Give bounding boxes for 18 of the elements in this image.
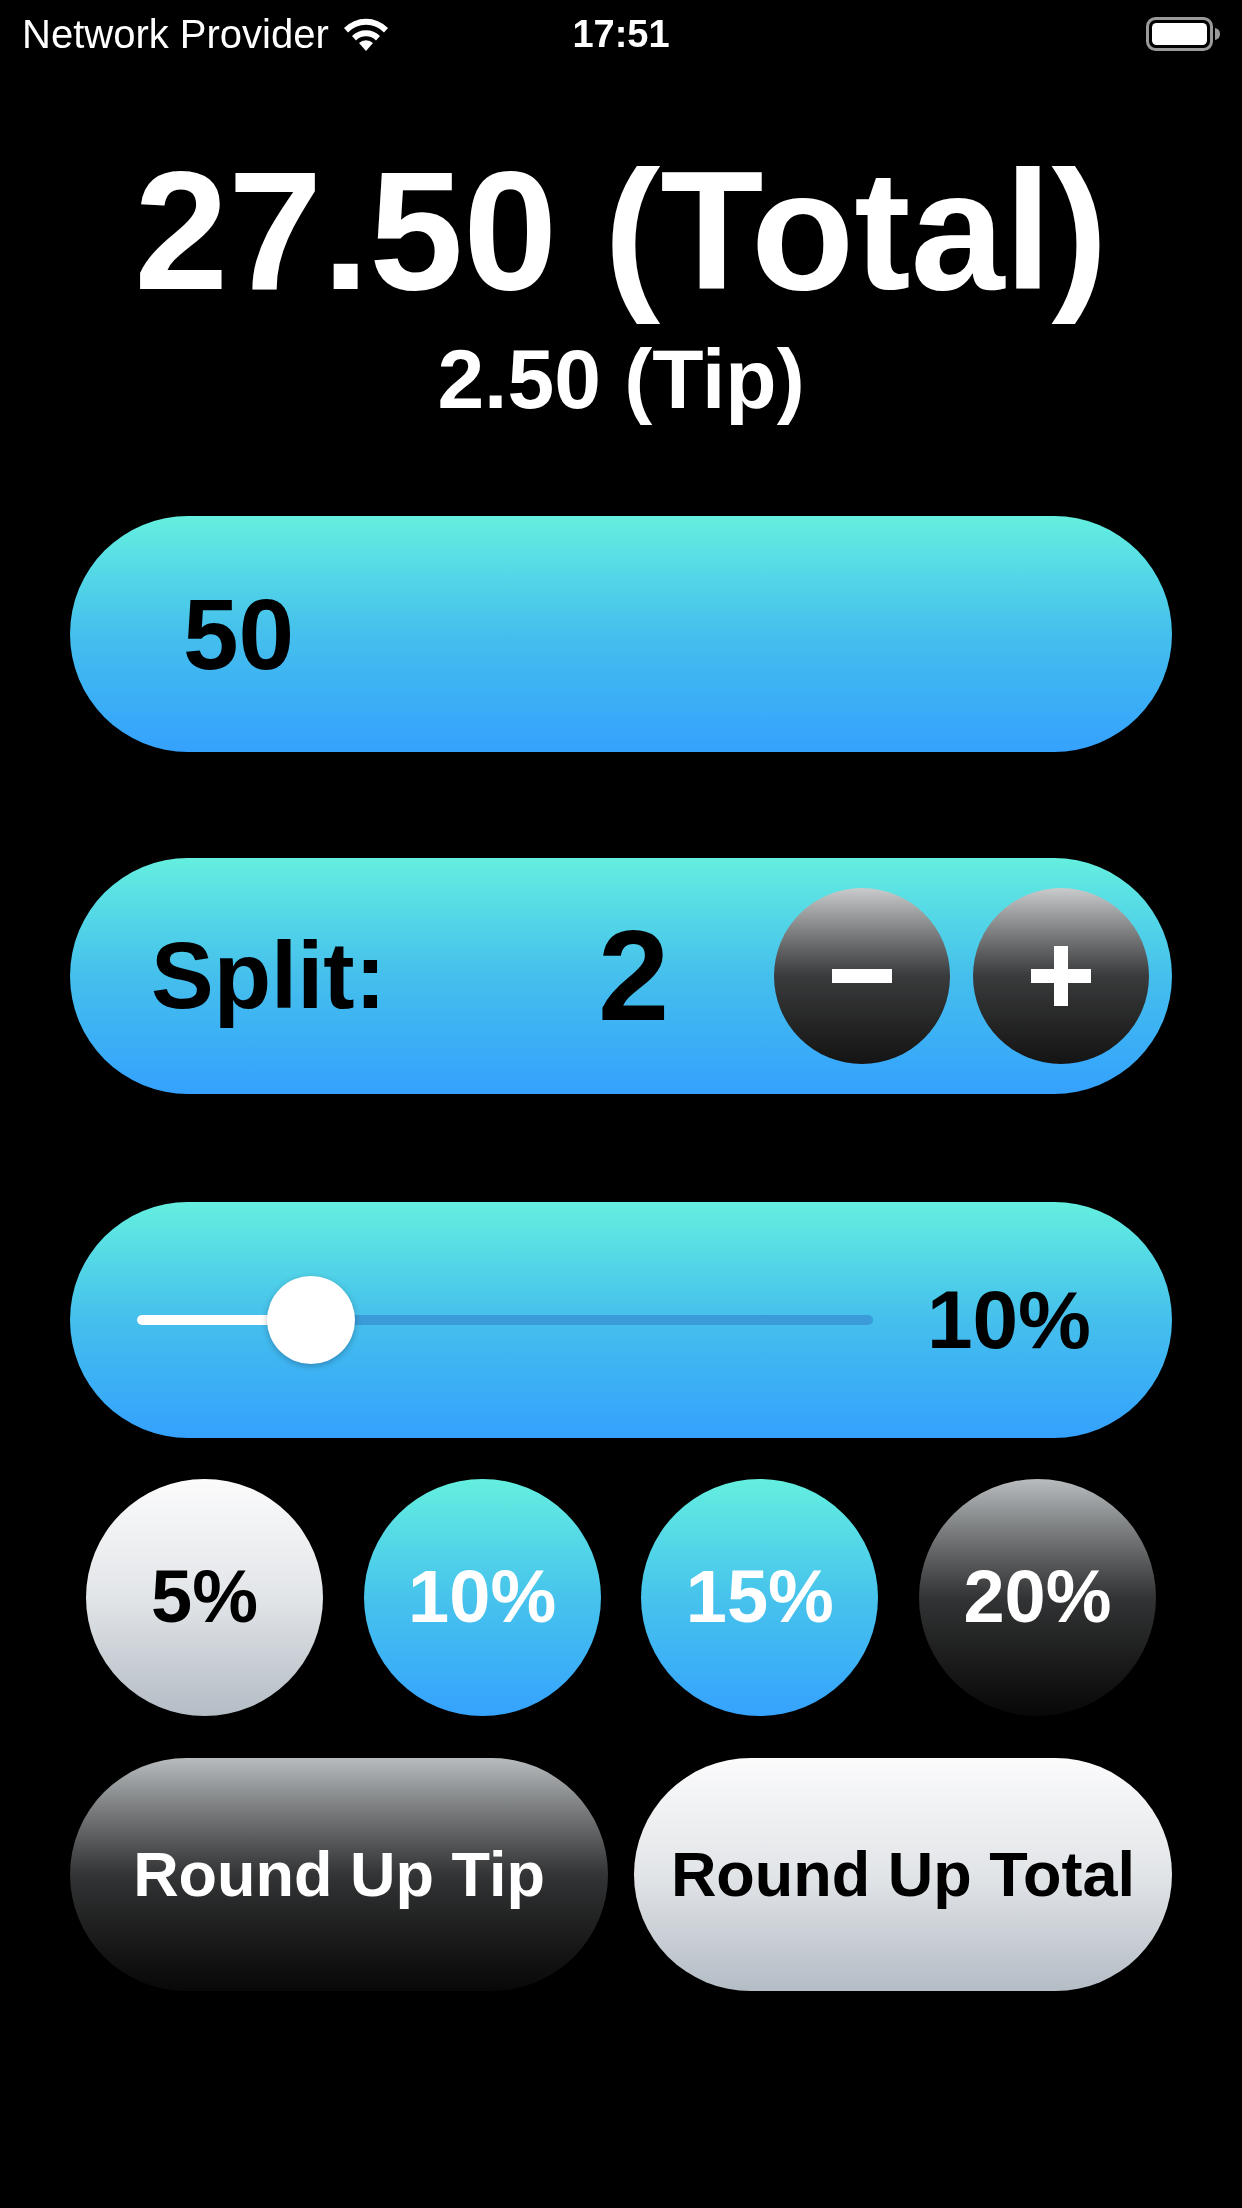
bill-amount-field[interactable]: 50	[70, 515, 1172, 752]
clock-time: 17:51	[572, 15, 670, 53]
carrier-name: Network Provider	[22, 14, 329, 54]
tip-amount: 2.50 (Tip)	[437, 331, 805, 428]
total-amount: 27.50 (Total)	[134, 135, 1108, 327]
battery-icon	[1146, 17, 1220, 51]
tip-preset-button[interactable]: 5%	[86, 1478, 323, 1716]
plus-icon	[1031, 945, 1091, 1006]
split-label: Split:	[151, 921, 386, 1030]
round-up-button[interactable]: Round Up Tip	[70, 1757, 608, 1991]
split-count: 2	[597, 903, 670, 1050]
round-up-button[interactable]: Round Up Total	[634, 1757, 1172, 1991]
tip-percent: 10%	[926, 1272, 1091, 1367]
wifi-icon	[342, 17, 389, 51]
tip-preset-button[interactable]: 20%	[918, 1478, 1156, 1716]
minus-icon	[832, 968, 892, 983]
tip-slider[interactable]	[137, 1275, 873, 1364]
slider-thumb[interactable]	[266, 1275, 355, 1364]
